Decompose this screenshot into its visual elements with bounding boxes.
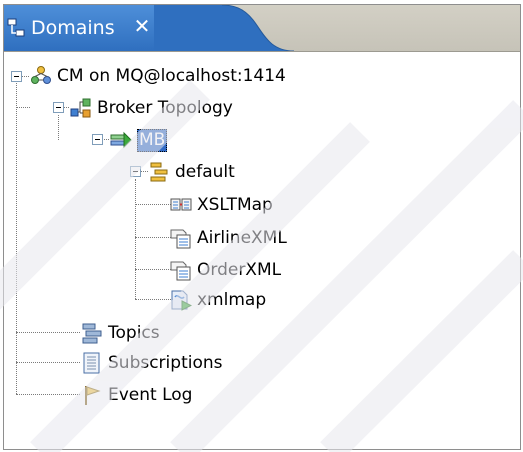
message-set-icon <box>170 229 191 249</box>
message-flow-icon <box>170 198 192 211</box>
subscriptions-icon <box>83 352 100 374</box>
broker-topology-icon <box>70 98 91 118</box>
tree-node-label: Broker Topology <box>97 98 233 118</box>
execution-group-icon <box>150 162 168 182</box>
tree-line <box>16 394 80 395</box>
tree-line <box>135 237 171 238</box>
mapping-file-icon <box>171 290 192 311</box>
topics-icon <box>82 323 102 344</box>
tree-node-label: Topics <box>108 323 160 343</box>
tree-line <box>135 299 171 300</box>
tree-node-label: OrderXML <box>197 260 282 280</box>
message-set-icon <box>170 261 191 281</box>
domains-view-icon <box>7 18 25 37</box>
tree-line <box>140 171 148 172</box>
close-icon[interactable]: ✕ <box>131 15 153 37</box>
tree-line <box>22 76 29 77</box>
tree-node-label: XSLTMap <box>197 195 273 215</box>
tab-curve <box>154 5 294 51</box>
root-collapse-toggle[interactable] <box>11 71 22 82</box>
tree-node-label: Subscriptions <box>108 353 223 373</box>
tree-line <box>135 204 171 205</box>
tree-node-label: Event Log <box>108 385 193 405</box>
tree-line <box>16 332 80 333</box>
tree-line <box>16 107 30 108</box>
tree-line <box>135 269 171 270</box>
tab-title: Domains <box>31 17 115 39</box>
domains-tree: CM on MQ@localhost:1414 Broker Topology … <box>4 51 520 449</box>
tree-node-label: CM on MQ@localhost:1414 <box>57 66 286 86</box>
tree-line <box>16 362 80 363</box>
domain-connection-icon <box>31 66 51 84</box>
view-tab-bar: Domains ✕ <box>4 5 520 52</box>
broker-icon <box>110 131 132 149</box>
domains-view: Domains ✕ CM on MQ@localhost:1414 Broker… <box>3 4 521 450</box>
event-log-flag-icon <box>85 386 101 405</box>
tree-line <box>102 139 109 140</box>
default-collapse-toggle[interactable] <box>130 166 141 177</box>
tree-node-label: xmlmap <box>197 290 267 310</box>
tree-line <box>58 115 59 140</box>
broker-collapse-toggle[interactable] <box>92 134 103 145</box>
tree-node-label: MB <box>137 129 168 152</box>
tree-line <box>16 81 17 394</box>
tree-node-label: AirlineXML <box>197 228 287 248</box>
tree-node-label: default <box>175 162 235 182</box>
topology-collapse-toggle[interactable] <box>53 102 64 113</box>
tree-line <box>135 179 136 299</box>
